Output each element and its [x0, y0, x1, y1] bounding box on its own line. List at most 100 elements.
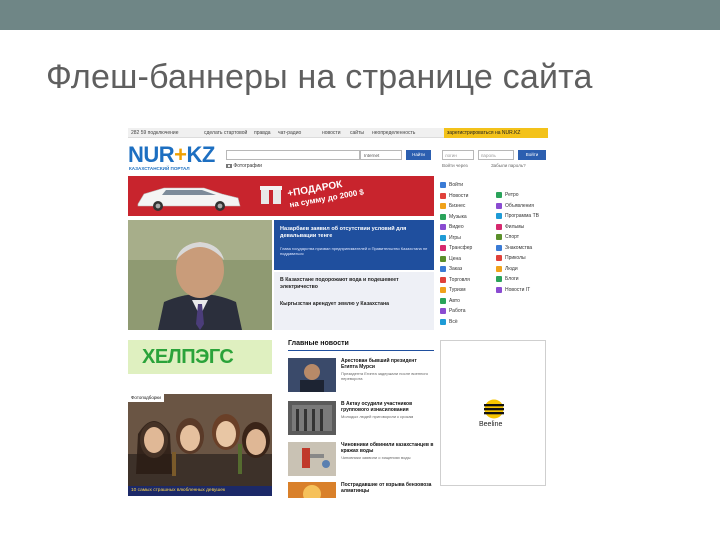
menu-item-label: Программа ТВ: [505, 213, 539, 219]
menu-item[interactable]: Бизнес: [440, 203, 465, 209]
photos-link[interactable]: Фотографии: [226, 163, 262, 169]
menu-item[interactable]: Войти: [440, 182, 463, 188]
menu-item-icon: [440, 213, 446, 220]
news-title: В Актау осудили участников группового из…: [341, 401, 413, 413]
menu-item[interactable]: Приколы: [496, 255, 526, 261]
menu-item[interactable]: Новости IT: [496, 286, 530, 293]
menu-item-label: Ценa: [449, 255, 462, 262]
menu-item-label: Игры: [449, 234, 461, 241]
topbar-link[interactable]: сделать стартовой: [204, 130, 247, 136]
menu-item[interactable]: Работа: [440, 308, 466, 314]
menu-item[interactable]: Авто: [440, 297, 460, 304]
beeline-logo-icon: [484, 399, 504, 419]
feature-link[interactable]: Кыргызстан арендует землю у Казахстана: [274, 293, 434, 311]
photos-link-label: Фотографии: [233, 163, 262, 169]
portrait-image: [128, 220, 272, 330]
site-logo[interactable]: NUR+KZ КАЗАХСТАНСКИЙ ПОРТАЛ: [128, 142, 224, 176]
feature-links: В Казахстане подорожают вода и подешевее…: [274, 272, 434, 330]
menu-item-icon: [440, 182, 446, 188]
menu-item-icon: [440, 192, 446, 199]
topbar-link[interactable]: правда: [254, 130, 271, 136]
menu-item[interactable]: Объявления: [496, 202, 534, 209]
menu-item-icon: [440, 287, 446, 293]
menu-item[interactable]: Заказ: [440, 266, 462, 272]
menu-item[interactable]: Ценa: [440, 255, 462, 262]
site-top-bar: 282 59 подключение сделать стартовой пра…: [128, 128, 548, 138]
forgot-password-link[interactable]: Забыли пароль?: [491, 163, 526, 168]
beeline-banner[interactable]: Beeline: [440, 340, 546, 486]
news-heading-divider: [288, 350, 434, 351]
sections-menu: Войти Новости Бизнес Музыка Видео Игры Трансфе…: [438, 182, 548, 338]
menu-item-label: Трансфер: [449, 245, 473, 251]
menu-item-label: Туризм: [449, 287, 466, 293]
menu-item-label: Всё: [449, 318, 458, 325]
menu-item[interactable]: Трансфер: [440, 245, 472, 251]
menu-item-label: Работа: [449, 308, 466, 314]
feature-headline-box[interactable]: Назарбаев заявил об отсутствии условий д…: [274, 220, 434, 270]
menu-item-icon: [440, 297, 446, 304]
news-item[interactable]: В Актау осудили участников группового из…: [288, 401, 434, 437]
menu-item[interactable]: Спорт: [496, 234, 519, 240]
menu-item-icon: [496, 192, 502, 198]
login-via-link[interactable]: Войти через: [442, 163, 468, 168]
feature-subhead: Глава государства призвал предпринимател…: [280, 246, 428, 256]
menu-item-label: Знакомства: [505, 244, 533, 251]
login-button[interactable]: Войти: [518, 150, 546, 160]
menu-item[interactable]: Туризм: [440, 287, 466, 293]
menu-item[interactable]: Блоги: [496, 276, 519, 282]
password-input[interactable]: пароль: [478, 150, 514, 160]
menu-item[interactable]: Музыка: [440, 213, 467, 220]
menu-item[interactable]: Всё: [440, 318, 458, 325]
gallery-label: Фотоподборки: [128, 394, 164, 402]
menu-item-label: Ретро: [505, 192, 519, 198]
search-button[interactable]: Найти: [406, 150, 431, 160]
feature-headline: Назарбаев заявил об отсутствии условий д…: [280, 226, 407, 239]
menu-item[interactable]: Игры: [440, 234, 461, 241]
menu-item[interactable]: Знакомства: [496, 244, 533, 251]
menu-item-label: Объявления: [505, 202, 534, 209]
topbar-link[interactable]: новости: [322, 130, 341, 136]
menu-item-icon: [496, 276, 502, 282]
register-button[interactable]: зарегистрироваться на NUR.KZ: [444, 128, 548, 138]
menu-item-label: Фильмы: [505, 223, 525, 230]
news-heading: Главные новости: [288, 340, 349, 347]
menu-item-icon: [496, 213, 502, 219]
president-photo[interactable]: [128, 220, 272, 330]
topbar-link[interactable]: сайты: [350, 130, 364, 136]
search-input[interactable]: [226, 150, 360, 160]
promo-text: +ПОДАРОК на сумму до 2000 $: [287, 176, 365, 210]
menu-item-icon: [496, 223, 502, 230]
logo-subtitle: КАЗАХСТАНСКИЙ ПОРТАЛ: [129, 166, 190, 171]
menu-item[interactable]: Люди: [496, 265, 518, 272]
news-thumbnail: [288, 358, 336, 392]
menu-item-icon: [496, 244, 502, 251]
login-input[interactable]: логин: [442, 150, 474, 160]
menu-item[interactable]: Новости: [440, 192, 469, 199]
menu-item-icon: [440, 308, 446, 314]
feature-link[interactable]: В Казахстане подорожают вода и подешевее…: [274, 272, 434, 293]
helpegs-text: ХЕЛПЭГС: [142, 346, 234, 368]
car-promo-banner[interactable]: +ПОДАРОК на сумму до 2000 $: [128, 176, 434, 216]
menu-item-label: Новости: [449, 192, 469, 199]
menu-item[interactable]: Фильмы: [496, 223, 525, 230]
menu-item[interactable]: Видео: [440, 224, 464, 230]
news-item[interactable]: Пострадавшие от взрыва бензовоза алматин…: [288, 482, 434, 498]
gallery-caption: 10 самых страшных влюбленных девушек: [128, 486, 272, 496]
news-item[interactable]: Арестован бывший президент Египта Мурси …: [288, 358, 434, 394]
menu-item[interactable]: Ретро: [496, 192, 519, 198]
news-desc: Чиновники заявили о хищениях воды: [341, 455, 411, 460]
search-scope-select[interactable]: Internet: [360, 150, 402, 160]
slide-title: Флеш-баннеры на странице сайта: [46, 58, 593, 96]
topbar-link[interactable]: неопределенность: [372, 130, 415, 136]
menu-item[interactable]: Программа ТВ: [496, 213, 539, 219]
photo-gallery-banner[interactable]: Фотоподборки 10 самых страшных влюбленны…: [128, 394, 272, 496]
helpegs-banner[interactable]: ХЕЛПЭГС: [128, 340, 272, 374]
website-screenshot: 282 59 подключение сделать стартовой пра…: [128, 128, 548, 498]
car-image: [137, 187, 241, 211]
topbar-link[interactable]: чат-радио: [278, 130, 301, 136]
girls-photo: [128, 394, 272, 496]
news-thumbnail: [288, 442, 336, 476]
menu-item-label: Торговля: [449, 276, 470, 283]
menu-item[interactable]: Торговля: [440, 276, 470, 283]
news-item[interactable]: Чиновники обвинили казахстанцев в кражах…: [288, 442, 434, 478]
